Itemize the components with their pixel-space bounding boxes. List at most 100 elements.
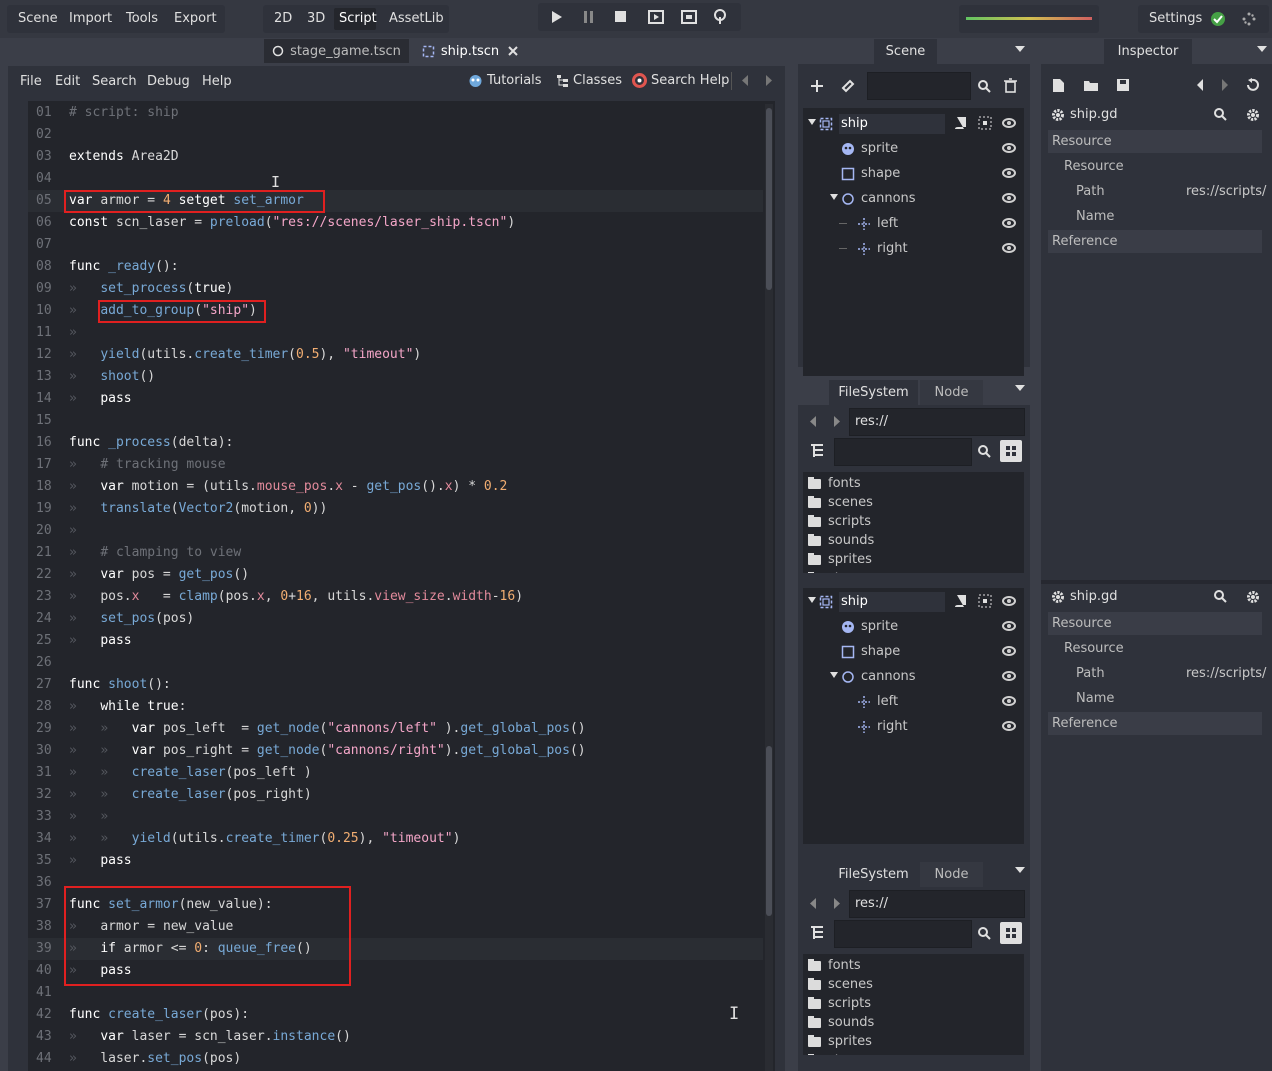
tree-node-label[interactable]: ship (839, 113, 945, 134)
workspace-3d[interactable]: 3D (307, 11, 325, 26)
tab-node[interactable]: Node (920, 380, 983, 405)
close-icon[interactable] (507, 45, 519, 57)
tree-view-icon[interactable] (810, 926, 824, 940)
folder-item[interactable]: stages (808, 569, 871, 573)
tree-node-ship[interactable]: ship (819, 589, 992, 614)
workspace-assetlib[interactable]: AssetLib (389, 11, 444, 26)
folder-item[interactable]: sounds (808, 1013, 874, 1032)
code-line[interactable]: 17 » # tracking mouse (28, 454, 763, 476)
inspector-row-value[interactable]: res://scripts/ (1186, 184, 1266, 199)
tree-node-sprite[interactable]: sprite (841, 136, 898, 161)
folder-item[interactable]: fonts (808, 474, 861, 493)
code-line[interactable]: 26 (28, 652, 763, 674)
history-forward-icon[interactable] (1221, 78, 1229, 92)
expand-arrow-icon[interactable] (808, 597, 816, 604)
inspector-row[interactable]: Resource (1048, 155, 1262, 178)
history-back-icon[interactable] (809, 415, 817, 428)
folder-item[interactable]: stages (808, 1051, 871, 1055)
menu-import[interactable]: Import (69, 11, 112, 26)
history-back-icon[interactable] (809, 897, 817, 910)
search-help-link[interactable]: Search Help (632, 73, 729, 88)
tab-filesystem[interactable]: FileSystem (829, 862, 918, 887)
history-back-icon[interactable] (741, 74, 749, 87)
code-line[interactable]: 25 » pass (28, 630, 763, 652)
visibility-eye-icon[interactable] (1002, 243, 1016, 253)
code-line[interactable]: 24 » set_pos(pos) (28, 608, 763, 630)
folder-item[interactable]: sounds (808, 531, 874, 550)
code-line[interactable]: 06 const scn_laser = preload("res://scene… (28, 212, 763, 234)
tab-inspector[interactable]: Inspector (1104, 39, 1192, 64)
code-line[interactable]: 35 » pass (28, 850, 763, 872)
script-menu-debug[interactable]: Debug (147, 74, 190, 89)
code-line[interactable]: 43 » var laser = scn_laser.instance() (28, 1026, 763, 1048)
group-icon[interactable] (978, 116, 992, 130)
grid-view-icon[interactable] (1000, 440, 1022, 462)
play-scene-icon[interactable] (648, 10, 664, 24)
tree-node-left[interactable]: left (857, 689, 898, 714)
inspector-row[interactable]: Name (1048, 205, 1262, 228)
inspector-row[interactable]: Resource (1048, 612, 1262, 635)
code-line[interactable]: 30 » » var pos_right = get_node("cannons/… (28, 740, 763, 762)
visibility-eye-icon[interactable] (1002, 646, 1016, 656)
code-line[interactable]: 14 » pass (28, 388, 763, 410)
workspace-2d[interactable]: 2D (274, 11, 292, 26)
visibility-eye-icon[interactable] (1002, 696, 1016, 706)
code-line[interactable]: 23 » pos.x = clamp(pos.x, 0+16, utils.vie… (28, 586, 763, 608)
tab-node[interactable]: Node (920, 862, 983, 887)
visibility-eye-icon[interactable] (1002, 218, 1016, 228)
tree-node-right[interactable]: right (857, 236, 908, 261)
pause-icon[interactable] (583, 10, 595, 24)
code-line[interactable]: 33 » » (28, 806, 763, 828)
menu-scene[interactable]: Scene (18, 11, 58, 26)
folder-item[interactable]: scenes (808, 493, 873, 512)
search-icon[interactable] (978, 80, 991, 93)
history-forward-icon[interactable] (833, 897, 841, 910)
visibility-eye-icon[interactable] (1002, 621, 1016, 631)
code-line[interactable]: 20 » (28, 520, 763, 542)
history-icon[interactable] (1245, 78, 1260, 92)
script-menu-search[interactable]: Search (92, 74, 137, 89)
inspector-row[interactable]: Path res://scripts/ (1048, 180, 1266, 203)
code-line[interactable]: 18 » var motion = (utils.mouse_pos.x - ge… (28, 476, 763, 498)
code-line[interactable]: 27 func shoot(): (28, 674, 763, 696)
tree-node-ship[interactable]: ship (819, 111, 945, 136)
tree-node-shape[interactable]: shape (841, 161, 900, 186)
group-icon[interactable] (978, 594, 992, 608)
visibility-eye-icon[interactable] (1002, 168, 1016, 178)
code-line[interactable]: 15 (28, 410, 763, 432)
dock-menu-arrow-icon[interactable] (1014, 45, 1026, 53)
code-line[interactable]: 42 func create_laser(pos): (28, 1004, 763, 1026)
dock-menu-arrow-icon[interactable] (1014, 384, 1026, 392)
inspector-row[interactable]: Reference (1048, 230, 1262, 253)
code-line[interactable]: 19 » translate(Vector2(motion, 0)) (28, 498, 763, 520)
expand-arrow-icon[interactable] (808, 119, 816, 126)
history-forward-icon[interactable] (765, 74, 773, 87)
code-line[interactable]: 34 » » yield(utils.create_timer(0.25), "t… (28, 828, 763, 850)
classes-link[interactable]: Classes (556, 73, 622, 88)
menu-export[interactable]: Export (174, 11, 217, 26)
new-resource-icon[interactable] (1052, 78, 1065, 93)
code-line[interactable]: 31 » » create_laser(pos_left ) (28, 762, 763, 784)
stop-icon[interactable] (615, 11, 627, 23)
object-settings-icon[interactable] (1246, 108, 1260, 122)
code-line[interactable]: 21 » # clamping to view (28, 542, 763, 564)
trash-icon[interactable] (1004, 78, 1017, 93)
scene-tab-ship[interactable]: ship.tscn (411, 39, 530, 63)
folder-item[interactable]: scenes (808, 975, 873, 994)
code-line[interactable]: 22 » var pos = get_pos() (28, 564, 763, 586)
inspector-row[interactable]: Resource (1048, 637, 1262, 660)
folder-item[interactable]: sprites (808, 1032, 872, 1051)
tree-node-left[interactable]: left (857, 211, 898, 236)
code-line[interactable]: 28 » while true: (28, 696, 763, 718)
visibility-eye-icon[interactable] (1002, 143, 1016, 153)
inspector-row-value[interactable]: res://scripts/ (1186, 666, 1266, 681)
tab-filesystem[interactable]: FileSystem (829, 380, 918, 405)
settings-button[interactable]: Settings (1149, 11, 1202, 26)
inspector-row[interactable]: Name (1048, 687, 1262, 710)
code-line[interactable]: 29 » » var pos_left = get_node("cannons/l… (28, 718, 763, 740)
code-line[interactable]: 07 (28, 234, 763, 256)
grid-view-icon[interactable] (1000, 922, 1022, 944)
search-icon[interactable] (978, 927, 991, 940)
play-custom-icon[interactable] (681, 10, 697, 24)
script-icon[interactable] (954, 594, 968, 608)
